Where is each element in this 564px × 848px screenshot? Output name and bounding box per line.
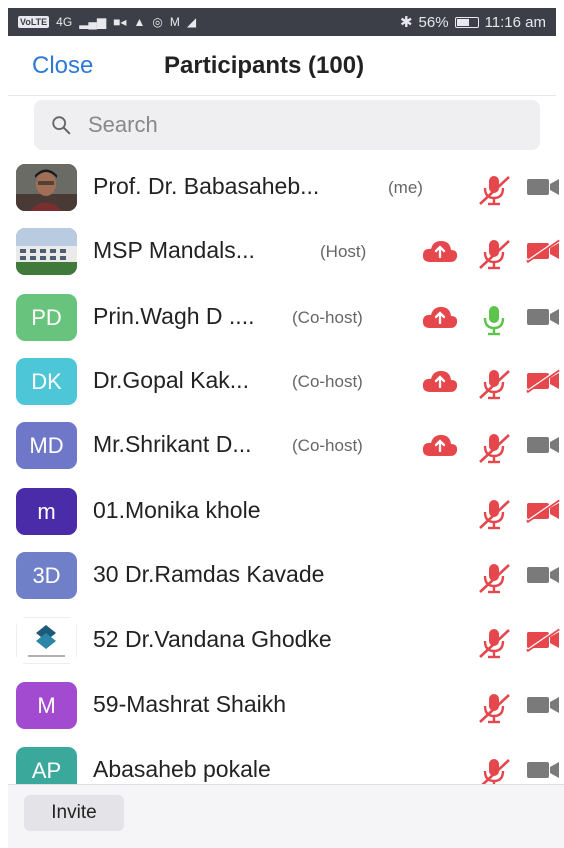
whatsapp-icon: ◎ xyxy=(152,15,163,29)
participant-name: MSP Mandals... xyxy=(93,237,255,263)
participant-row[interactable]: 3D 30 Dr.Ramdas Kavade xyxy=(8,544,564,608)
invite-button[interactable]: Invite xyxy=(24,795,124,831)
video-icon[interactable] xyxy=(525,757,561,784)
avatar-initials: 3D xyxy=(32,562,61,588)
status-bar: VoLTE 4G ▂▄▆ ■◂ ▲ ◎ M ◢ ✱ 56% 11:16 am xyxy=(8,8,556,36)
participant-role: (Host) xyxy=(320,242,367,261)
avatar xyxy=(16,228,77,275)
video-off-icon[interactable] xyxy=(525,497,561,529)
participant-row[interactable]: MSP Mandals... (Host) xyxy=(8,220,564,284)
video-icon[interactable] xyxy=(525,692,561,723)
network-signal: 4G xyxy=(56,15,73,29)
avatar-initials: PD xyxy=(31,304,62,330)
cloud-recording-icon xyxy=(421,238,459,269)
battery-icon xyxy=(454,16,479,28)
search-input[interactable]: Search xyxy=(34,100,540,150)
volte-badge: VoLTE xyxy=(18,16,50,28)
signal-bars-icon: ▂▄▆ xyxy=(79,15,107,29)
participant-row[interactable]: M 59-Mashrat Shaikh xyxy=(8,674,564,738)
search-icon xyxy=(52,116,71,135)
cloud-recording-icon xyxy=(421,304,459,335)
clock: 11:16 am xyxy=(484,13,546,31)
video-notification-icon: ■◂ xyxy=(113,15,127,29)
gmail-icon: M xyxy=(169,15,180,29)
participant-row[interactable]: PD Prin.Wagh D .... (Co-host) xyxy=(8,286,564,350)
video-off-icon[interactable] xyxy=(525,626,561,658)
search-placeholder: Search xyxy=(88,112,158,137)
header-divider xyxy=(8,95,556,96)
participant-row[interactable]: DK Dr.Gopal Kak... (Co-host) xyxy=(8,350,564,414)
participant-role: (me) xyxy=(388,178,423,197)
participant-role: (Co-host) xyxy=(292,436,363,455)
video-icon[interactable] xyxy=(525,174,561,205)
mic-muted-icon[interactable] xyxy=(477,627,511,664)
avatar-initials: AP xyxy=(31,757,62,783)
bluetooth-icon: ✱ xyxy=(399,14,413,31)
participant-role: (Co-host) xyxy=(292,308,363,327)
participant-row[interactable]: AP Abasaheb pokale xyxy=(8,739,564,784)
mic-muted-icon[interactable] xyxy=(477,498,511,535)
home-notification-icon: ▲ xyxy=(133,15,146,29)
avatar-initials: m xyxy=(37,498,56,524)
status-right: ✱ 56% 11:16 am xyxy=(399,13,546,32)
mic-muted-icon[interactable] xyxy=(477,757,511,784)
footer-bar: Invite xyxy=(8,784,564,848)
participant-name: Dr.Gopal Kak... xyxy=(93,367,249,393)
participant-role: (Co-host) xyxy=(292,372,363,391)
cloud-recording-icon xyxy=(421,432,459,463)
video-off-icon[interactable] xyxy=(525,367,561,399)
participant-name: Abasaheb pokale xyxy=(93,756,271,782)
mic-icon[interactable] xyxy=(477,304,511,341)
participant-name: Prin.Wagh D .... xyxy=(93,303,255,329)
avatar-initials: DK xyxy=(31,368,62,394)
mic-muted-icon[interactable] xyxy=(477,174,511,211)
battery-percent: 56% xyxy=(418,13,449,31)
telegram-icon: ◢ xyxy=(186,15,197,29)
participant-name: Mr.Shrikant D... xyxy=(93,431,252,457)
avatar: 3D xyxy=(16,552,77,599)
participant-list[interactable]: Prof. Dr. Babasaheb... (me) MSP Mandals...… xyxy=(8,156,564,784)
avatar: DK xyxy=(16,358,77,405)
mic-muted-icon[interactable] xyxy=(477,368,511,405)
page-title: Participants (100) xyxy=(164,52,365,79)
participant-row[interactable]: MD Mr.Shrikant D... (Co-host) xyxy=(8,414,564,478)
cloud-recording-icon xyxy=(421,368,459,399)
video-icon[interactable] xyxy=(525,304,561,335)
participant-row[interactable]: m 01.Monika khole xyxy=(8,480,564,544)
status-left: VoLTE 4G ▂▄▆ ■◂ ▲ ◎ M ◢ xyxy=(18,15,196,29)
header: Close Participants (100) xyxy=(8,36,564,96)
participant-name: 52 Dr.Vandana Ghodke xyxy=(93,626,332,652)
participant-name: 59-Mashrat Shaikh xyxy=(93,691,287,717)
participant-name: 01.Monika khole xyxy=(93,497,261,523)
video-off-icon[interactable] xyxy=(525,237,561,269)
avatar-initials: M xyxy=(37,692,56,718)
mic-muted-icon[interactable] xyxy=(477,238,511,275)
participant-row[interactable]: Prof. Dr. Babasaheb... (me) xyxy=(8,156,564,220)
avatar: m xyxy=(16,488,77,535)
avatar: M xyxy=(16,682,77,729)
close-button[interactable]: Close xyxy=(32,52,93,80)
participant-name: Prof. Dr. Babasaheb... xyxy=(93,173,320,199)
mic-muted-icon[interactable] xyxy=(477,562,511,599)
avatar: MD xyxy=(16,422,77,469)
video-icon[interactable] xyxy=(525,432,561,463)
participant-name: 30 Dr.Ramdas Kavade xyxy=(93,561,325,587)
participant-row[interactable]: 52 Dr.Vandana Ghodke xyxy=(8,609,564,673)
avatar: AP xyxy=(16,747,77,784)
avatar xyxy=(16,164,77,211)
avatar-initials: MD xyxy=(29,432,64,458)
video-icon[interactable] xyxy=(525,562,561,593)
avatar: PD xyxy=(16,294,77,341)
avatar xyxy=(16,617,77,664)
mic-muted-icon[interactable] xyxy=(477,692,511,729)
mic-muted-icon[interactable] xyxy=(477,432,511,469)
